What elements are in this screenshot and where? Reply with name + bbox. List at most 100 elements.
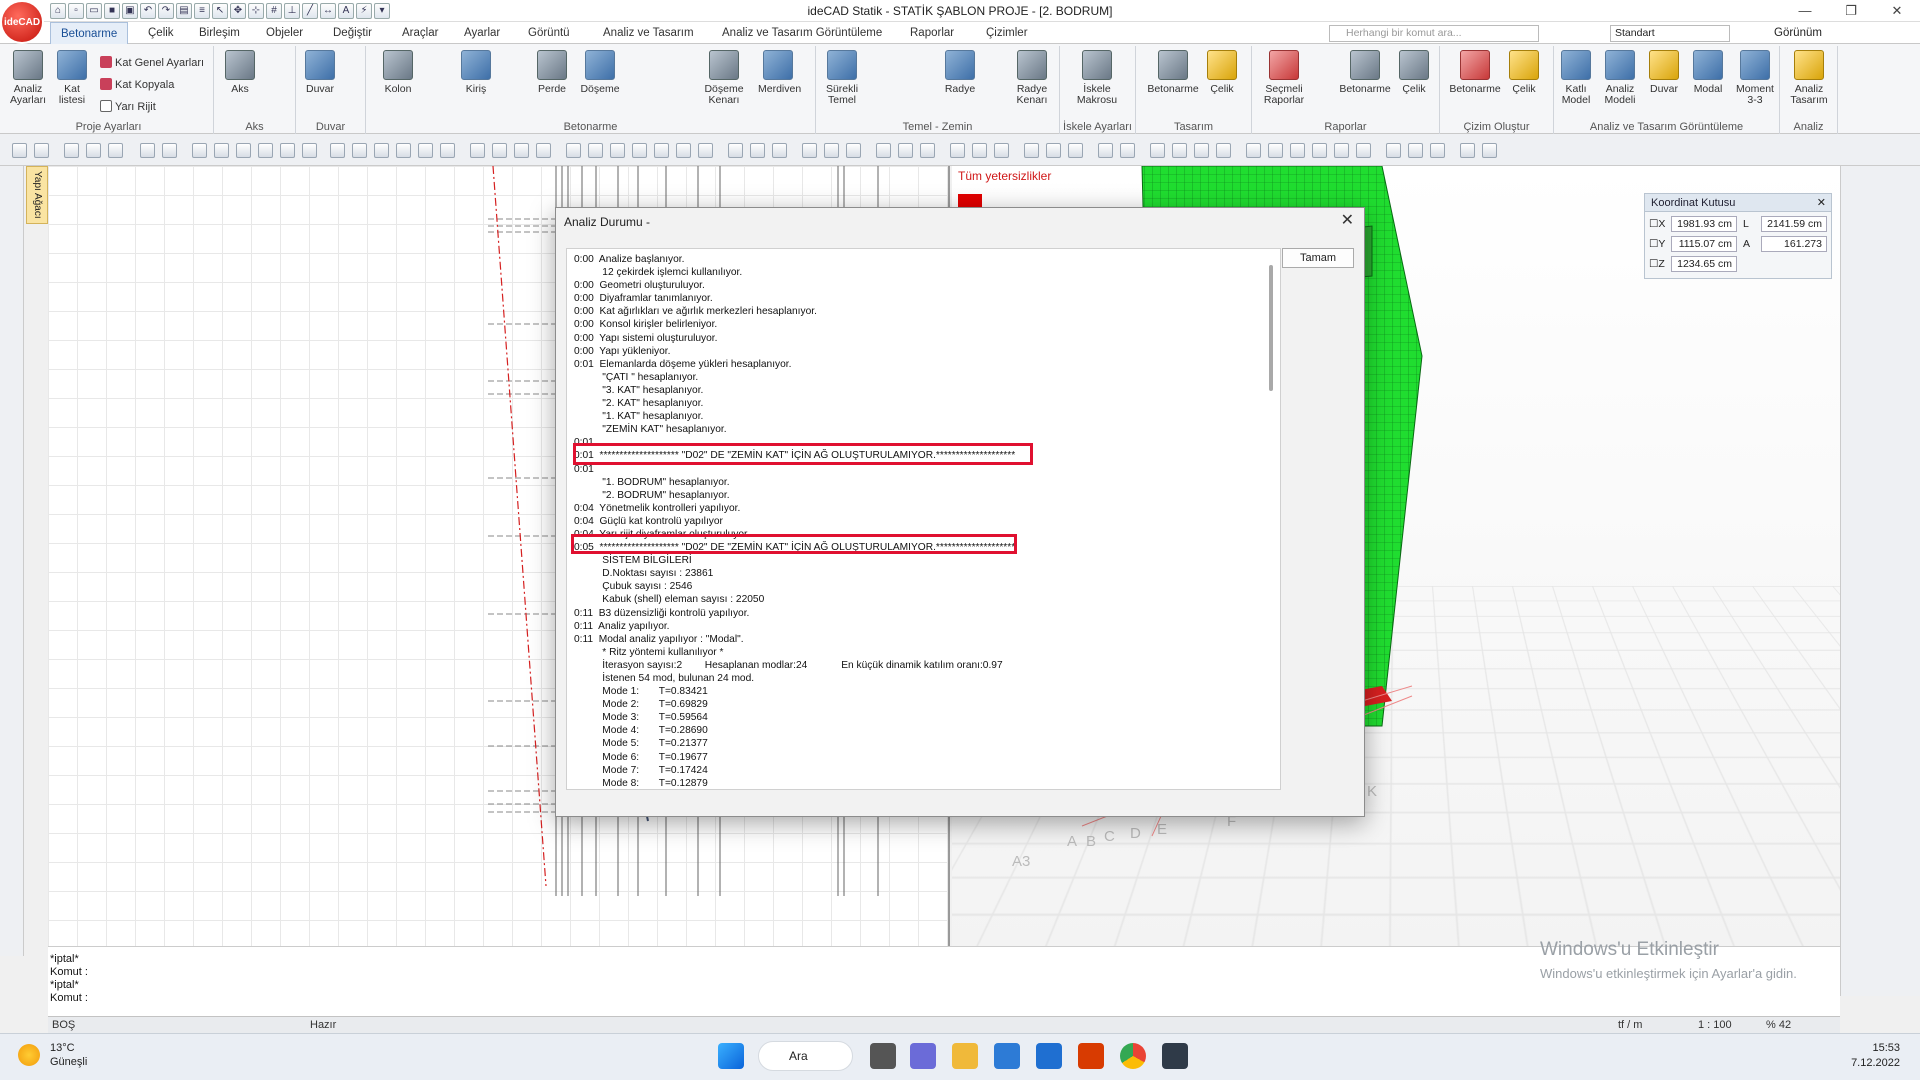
- view-3d-icon[interactable]: [898, 143, 913, 158]
- secmeli-raporlar-button[interactable]: Seçmeli Raporlar: [1260, 50, 1308, 106]
- perspective-icon[interactable]: [994, 143, 1009, 158]
- doseme-button[interactable]: Döşeme: [580, 50, 620, 95]
- mail-icon[interactable]: [1036, 1043, 1062, 1069]
- merdiven-button[interactable]: Merdiven: [758, 50, 798, 95]
- pencil-icon[interactable]: [108, 143, 123, 158]
- deselect-icon[interactable]: [1216, 143, 1231, 158]
- surekli-temel-button[interactable]: Sürekli Temel: [822, 50, 862, 106]
- tab-degistir[interactable]: Değiştir: [333, 22, 372, 44]
- analysis-log[interactable]: 0:00 Analize başlanıyor. 12 çekirdek işl…: [566, 248, 1281, 790]
- perde-button[interactable]: Perde: [532, 50, 572, 95]
- check-icon[interactable]: [1334, 143, 1349, 158]
- kat-genel-ayarlari-button[interactable]: Kat Genel Ayarları: [100, 56, 204, 70]
- select-by-icon[interactable]: [1194, 143, 1209, 158]
- ok-button[interactable]: Tamam: [1282, 248, 1354, 268]
- rectangle-icon[interactable]: [676, 143, 691, 158]
- idecad-taskbar-icon[interactable]: [1162, 1043, 1188, 1069]
- aks-button[interactable]: Aks: [220, 50, 260, 95]
- restore-icon[interactable]: ❐: [1828, 0, 1874, 22]
- tab-cizimler[interactable]: Çizimler: [986, 22, 1028, 44]
- tasarim-celik-button[interactable]: Çelik: [1202, 50, 1242, 95]
- view-2d-icon[interactable]: [876, 143, 891, 158]
- x-field[interactable]: 1981.93 cm: [1671, 216, 1737, 232]
- structure-tree-tab[interactable]: Yapı Ağacı: [26, 166, 48, 224]
- l-field[interactable]: 2141.59 cm: [1761, 216, 1827, 232]
- close-icon[interactable]: ✕: [1874, 0, 1920, 22]
- grid-table-icon[interactable]: [1482, 143, 1497, 158]
- hatch-icon[interactable]: [536, 143, 551, 158]
- teams-icon[interactable]: [910, 1043, 936, 1069]
- erase-icon[interactable]: [162, 143, 177, 158]
- task-view-icon[interactable]: [870, 1043, 896, 1069]
- fillet-icon[interactable]: [418, 143, 433, 158]
- edit-icon[interactable]: [86, 143, 101, 158]
- group-icon[interactable]: [514, 143, 529, 158]
- table-icon[interactable]: [1460, 143, 1475, 158]
- a-field[interactable]: 161.273: [1761, 236, 1827, 252]
- status-zoom[interactable]: % 42: [1766, 1017, 1791, 1033]
- tab-raporlar[interactable]: Raporlar: [910, 22, 954, 44]
- analiz-modeli-button[interactable]: Analiz Modeli: [1598, 50, 1642, 106]
- z-field[interactable]: 1234.65 cm: [1671, 256, 1737, 272]
- offset-icon[interactable]: [302, 143, 317, 158]
- tab-celik[interactable]: Çelik: [148, 22, 174, 44]
- minimize-icon[interactable]: —: [1782, 0, 1828, 22]
- scale-icon[interactable]: [1120, 143, 1135, 158]
- properties-icon[interactable]: [824, 143, 839, 158]
- polyline-icon[interactable]: [610, 143, 625, 158]
- cizim-betonarme-button[interactable]: Betonarme: [1446, 50, 1504, 95]
- analiz-ayarlari-button[interactable]: Analiz Ayarları: [8, 50, 48, 106]
- select-all-icon[interactable]: [1172, 143, 1187, 158]
- status-scale[interactable]: 1 : 100: [1698, 1017, 1732, 1033]
- zoom-in-icon[interactable]: [12, 143, 27, 158]
- text-tool-icon[interactable]: [140, 143, 155, 158]
- start-icon[interactable]: [718, 1043, 744, 1069]
- tab-objeler[interactable]: Objeler: [266, 22, 303, 44]
- checkbox-icon[interactable]: ☐: [1649, 258, 1658, 270]
- katli-model-button[interactable]: Katlı Model: [1556, 50, 1596, 106]
- system-clock[interactable]: 15:53 7.12.2022: [1851, 1041, 1900, 1071]
- angle-dim-icon[interactable]: [750, 143, 765, 158]
- warning-icon[interactable]: [1312, 143, 1327, 158]
- file-explorer-icon[interactable]: [952, 1043, 978, 1069]
- move-tool-icon[interactable]: [192, 143, 207, 158]
- duvar-button[interactable]: Duvar: [300, 50, 340, 95]
- pen-icon[interactable]: [64, 143, 79, 158]
- radye-button[interactable]: Radye: [940, 50, 980, 95]
- rapor-betonarme-button[interactable]: Betonarme: [1336, 50, 1394, 95]
- leader-icon[interactable]: [772, 143, 787, 158]
- doseme-kenari-button[interactable]: Döşeme Kenarı: [704, 50, 744, 106]
- stretch-icon[interactable]: [280, 143, 295, 158]
- paint-icon[interactable]: [1290, 143, 1305, 158]
- y-field[interactable]: 1115.07 cm: [1671, 236, 1737, 252]
- image-icon[interactable]: [566, 143, 581, 158]
- window-tile-icon[interactable]: [1046, 143, 1061, 158]
- tab-analiz-tasarim-goruntuleme[interactable]: Analiz ve Tasarım Görüntüleme: [722, 22, 882, 44]
- extend-icon[interactable]: [352, 143, 367, 158]
- trim-icon[interactable]: [330, 143, 345, 158]
- tab-analiz-tasarim[interactable]: Analiz ve Tasarım: [603, 22, 694, 44]
- bolt-icon[interactable]: [1430, 143, 1445, 158]
- light-icon[interactable]: [1246, 143, 1261, 158]
- app-logo[interactable]: ideCAD: [0, 0, 44, 44]
- break-icon[interactable]: [374, 143, 389, 158]
- kat-listesi-button[interactable]: Kat listesi: [52, 50, 92, 106]
- mirror-icon[interactable]: [258, 143, 273, 158]
- graph-icon[interactable]: [1386, 143, 1401, 158]
- analiz-tasarim-button[interactable]: Analiz Tasarım: [1784, 50, 1834, 106]
- frame-icon[interactable]: [1024, 143, 1039, 158]
- dimension-icon[interactable]: [728, 143, 743, 158]
- circle-icon[interactable]: [654, 143, 669, 158]
- rapor-celik-button[interactable]: Çelik: [1394, 50, 1434, 95]
- align-icon[interactable]: [1098, 143, 1113, 158]
- iskele-makrosu-button[interactable]: İskele Makrosu: [1074, 50, 1120, 106]
- window-split-icon[interactable]: [1068, 143, 1083, 158]
- status-unit[interactable]: tf / m: [1618, 1017, 1642, 1033]
- kiris-button[interactable]: Kiriş: [456, 50, 496, 95]
- radye-kenari-button[interactable]: Radye Kenarı: [1012, 50, 1052, 106]
- zoom-window-icon[interactable]: [34, 143, 49, 158]
- chrome-icon[interactable]: [1120, 1043, 1146, 1069]
- view-menu[interactable]: Görünüm: [1774, 27, 1822, 39]
- taskbar-search[interactable]: Ara: [758, 1041, 853, 1071]
- explode-icon[interactable]: [492, 143, 507, 158]
